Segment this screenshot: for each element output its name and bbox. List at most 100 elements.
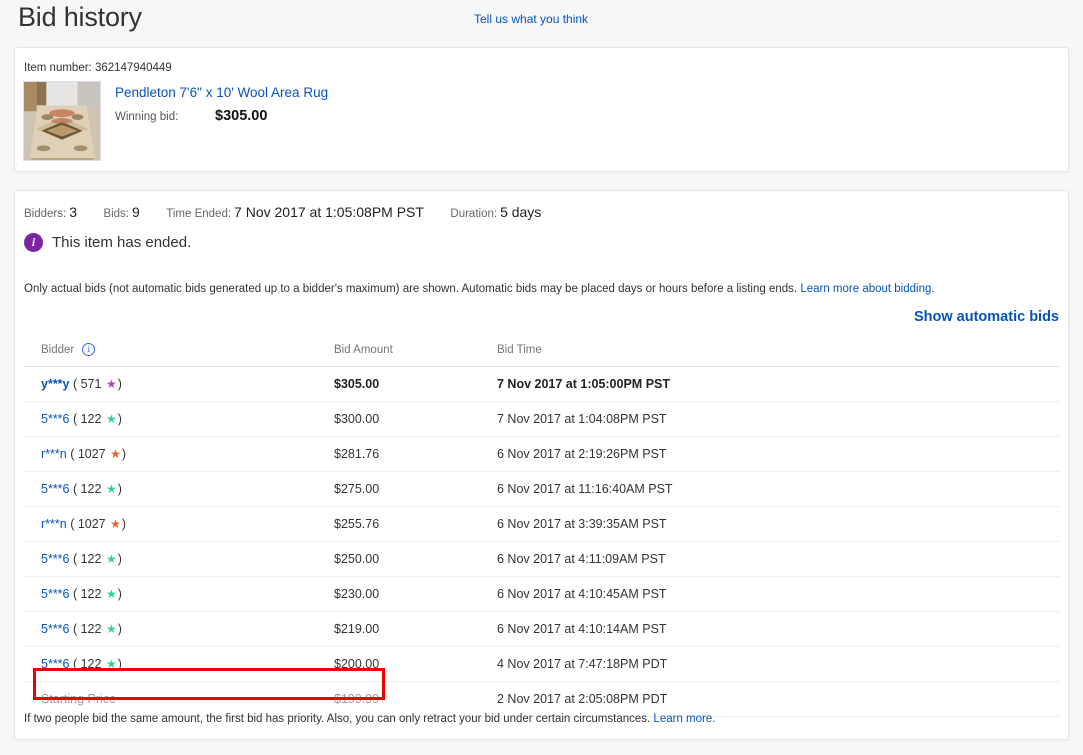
column-header-bid-time: Bid Time	[497, 339, 1060, 367]
star-icon: ★	[105, 657, 117, 671]
cell-bid-time: 6 Nov 2017 at 4:10:45AM PST	[497, 576, 1060, 612]
bidder-name-link[interactable]: 5***6	[41, 657, 70, 671]
bid-history-table: Bidder i Bid Amount Bid Time y***y ( 571…	[24, 339, 1060, 717]
cell-bid-time: 7 Nov 2017 at 1:04:08PM PST	[497, 401, 1060, 437]
duration-value: 5 days	[500, 204, 542, 220]
learn-more-link[interactable]: Learn more.	[653, 713, 715, 725]
feedback-score: ( 122 ★)	[69, 552, 122, 566]
cell-bid-amount: $230.00	[334, 576, 497, 612]
feedback-score: ( 122 ★)	[69, 587, 122, 601]
cell-bidder: 5***6 ( 122 ★)	[24, 611, 334, 647]
star-icon: ★	[105, 412, 117, 426]
cell-bid-time: 6 Nov 2017 at 4:11:09AM PST	[497, 541, 1060, 577]
table-row: 5***6 ( 122 ★) $275.00 6 Nov 2017 at 11:16…	[24, 471, 1060, 507]
duration-stat: Duration: 5 days	[450, 204, 541, 222]
bidder-name-link[interactable]: 5***6	[41, 552, 70, 566]
info-circle-icon: i	[24, 233, 43, 252]
cell-bid-amount: $300.00	[334, 401, 497, 437]
cell-bidder: r***n ( 1027 ★)	[24, 506, 334, 542]
cell-bidder: 5***6 ( 122 ★)	[24, 471, 334, 507]
cell-bidder: 5***6 ( 122 ★)	[24, 541, 334, 577]
bidder-name-link[interactable]: 5***6	[41, 412, 70, 426]
cell-bid-amount: $275.00	[334, 471, 497, 507]
star-icon: ★	[110, 517, 121, 531]
disclaimer-text: Only actual bids (not automatic bids gen…	[24, 283, 798, 295]
table-row: r***n ( 1027 ★) $255.76 6 Nov 2017 at 3:39…	[24, 506, 1060, 542]
cell-bid-amount: $305.00	[334, 366, 497, 402]
cell-bidder: r***n ( 1027 ★)	[24, 436, 334, 472]
table-row: 5***6 ( 122 ★) $230.00 6 Nov 2017 at 4:10:…	[24, 576, 1060, 612]
feedback-score: ( 122 ★)	[69, 412, 122, 426]
star-icon: ★	[105, 552, 117, 566]
cell-bidder: y***y ( 571 ★)	[24, 366, 334, 402]
time-ended-stat: Time Ended: 7 Nov 2017 at 1:05:08PM PST	[166, 204, 424, 222]
bidder-header-label: Bidder	[41, 343, 75, 356]
item-number: Item number: 362147940449	[24, 62, 172, 74]
bid-table-body: y***y ( 571 ★) $305.00 7 Nov 2017 at 1:05:…	[24, 366, 1060, 717]
cell-bid-time: 7 Nov 2017 at 1:05:00PM PST	[497, 366, 1060, 402]
bid-history-card: Bidders: 3 Bids: 9 Time Ended: 7 Nov 2017 a…	[14, 190, 1069, 740]
bidder-name-link[interactable]: r***n	[41, 447, 67, 461]
cell-bidder: 5***6 ( 122 ★)	[24, 646, 334, 682]
cell-bid-time: 6 Nov 2017 at 3:39:35AM PST	[497, 506, 1060, 542]
bids-stat: Bids: 9	[103, 204, 139, 222]
cell-bidder: 5***6 ( 122 ★)	[24, 576, 334, 612]
feedback-score: ( 1027 ★)	[66, 517, 127, 531]
page-title: Bid history	[18, 2, 142, 32]
cell-bid-amount: $255.76	[334, 506, 497, 542]
bidders-stat: Bidders: 3	[24, 204, 77, 222]
column-header-bidder: Bidder i	[24, 339, 334, 367]
feedback-score: ( 571 ★)	[69, 377, 122, 391]
time-ended-value: 7 Nov 2017 at 1:05:08PM PST	[234, 204, 424, 220]
auction-summary-row: Bidders: 3 Bids: 9 Time Ended: 7 Nov 2017 a…	[24, 204, 563, 222]
cell-bid-time: 4 Nov 2017 at 7:47:18PM PDT	[497, 646, 1060, 682]
feedback-score: ( 122 ★)	[69, 482, 122, 496]
star-icon: ★	[105, 587, 117, 601]
cell-starting-price-amount: $199.99	[334, 681, 497, 717]
table-row: 5***6 ( 122 ★) $200.00 4 Nov 2017 at 7:47:…	[24, 646, 1060, 682]
bidders-value: 3	[69, 204, 77, 220]
star-icon: ★	[110, 447, 121, 461]
learn-more-about-bidding-link[interactable]: Learn more about bidding.	[800, 283, 934, 295]
tell-us-what-you-think-link[interactable]: Tell us what you think	[474, 12, 588, 26]
bidder-name-link[interactable]: 5***6	[41, 622, 70, 636]
bidder-name-link[interactable]: 5***6	[41, 587, 70, 601]
footer-note-text: If two people bid the same amount, the f…	[24, 713, 651, 725]
bidder-name-link[interactable]: 5***6	[41, 482, 70, 496]
cell-bid-amount: $200.00	[334, 646, 497, 682]
winning-bid-label: Winning bid:	[115, 111, 179, 123]
item-ended-banner: i This item has ended.	[24, 233, 191, 252]
cell-bid-amount: $219.00	[334, 611, 497, 647]
cell-bid-amount: $281.76	[334, 436, 497, 472]
duration-label: Duration:	[450, 208, 498, 220]
bidder-name-link[interactable]: r***n	[41, 517, 67, 531]
rug-photo-icon	[24, 82, 100, 160]
table-row: 5***6 ( 122 ★) $250.00 6 Nov 2017 at 4:11:…	[24, 541, 1060, 577]
feedback-score: ( 1027 ★)	[66, 447, 127, 461]
bids-value: 9	[132, 204, 140, 220]
column-header-bid-amount: Bid Amount	[334, 339, 497, 367]
bidder-name-link[interactable]: y***y	[41, 377, 70, 391]
time-ended-label: Time Ended:	[166, 208, 232, 220]
cell-starting-price-label: Starting Price	[24, 681, 334, 717]
star-icon: ★	[105, 482, 117, 496]
feedback-score: ( 122 ★)	[69, 657, 122, 671]
item-title-link[interactable]: Pendleton 7'6" x 10' Wool Area Rug	[115, 85, 328, 100]
item-thumbnail	[23, 81, 101, 161]
bid-history-page: Bid history Tell us what you think Item …	[0, 0, 1083, 755]
starting-price-row: Starting Price $199.99 2 Nov 2017 at 2:05:…	[24, 681, 1060, 717]
table-row: 5***6 ( 122 ★) $300.00 7 Nov 2017 at 1:04:…	[24, 401, 1060, 437]
cell-bid-time: 6 Nov 2017 at 11:16:40AM PST	[497, 471, 1060, 507]
bid-table-head: Bidder i Bid Amount Bid Time	[24, 339, 1060, 367]
bid-table-header-row: Bidder i Bid Amount Bid Time	[24, 339, 1060, 367]
winning-bid-value: $305.00	[215, 108, 268, 124]
info-circle-icon[interactable]: i	[82, 343, 96, 356]
cell-bid-time: 6 Nov 2017 at 2:19:26PM PST	[497, 436, 1060, 472]
feedback-score: ( 122 ★)	[69, 622, 122, 636]
bidders-label: Bidders:	[24, 208, 67, 220]
star-icon: ★	[105, 622, 117, 636]
show-automatic-bids-link[interactable]: Show automatic bids	[914, 309, 1059, 325]
cell-starting-price-time: 2 Nov 2017 at 2:05:08PM PDT	[497, 681, 1060, 717]
bids-label: Bids:	[103, 208, 130, 220]
table-row: r***n ( 1027 ★) $281.76 6 Nov 2017 at 2:19…	[24, 436, 1060, 472]
